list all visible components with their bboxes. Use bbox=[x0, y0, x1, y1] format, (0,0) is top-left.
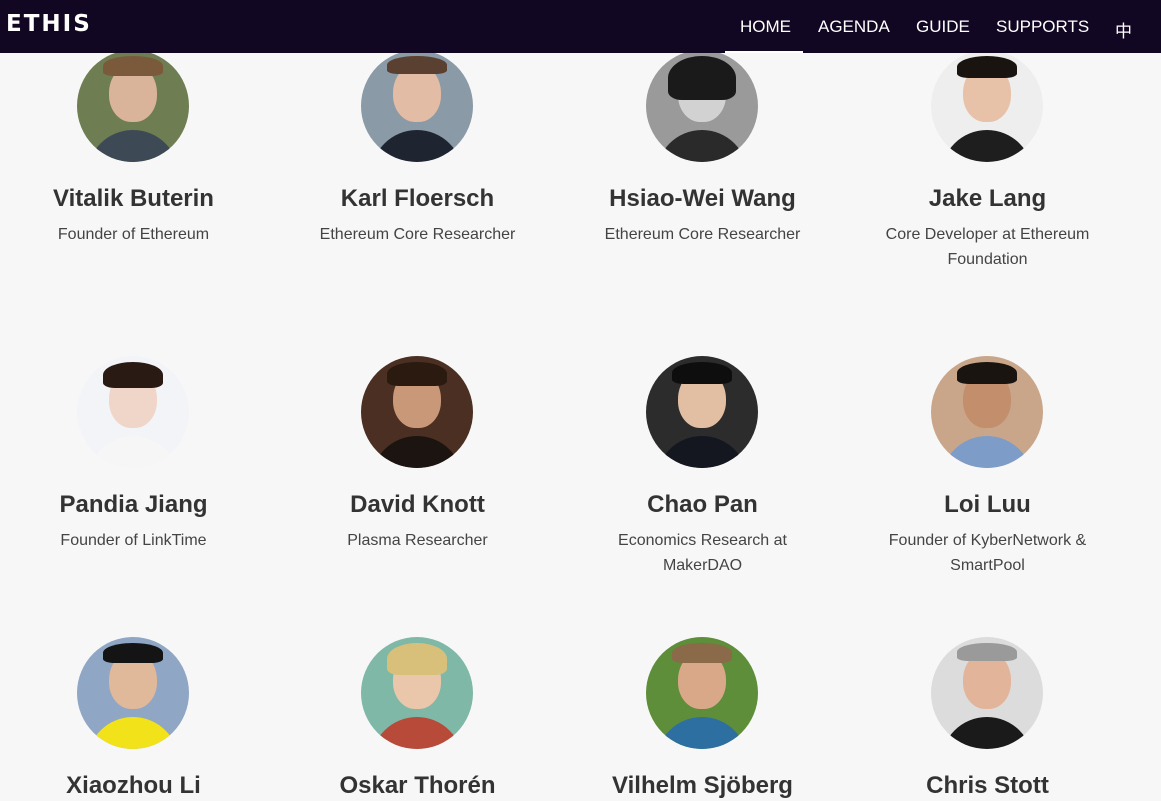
nav-agenda-link[interactable]: AGENDA bbox=[818, 17, 890, 37]
speakers-page: ETHIS HOME AGENDA GUIDE SUPPORTS 中 Vital… bbox=[0, 0, 1161, 801]
speaker-name: Chris Stott bbox=[926, 772, 1049, 799]
speaker-avatar[interactable] bbox=[77, 50, 189, 162]
speaker-role: Ethereum Core Researcher bbox=[319, 226, 516, 243]
speaker-name: Oskar Thorén bbox=[339, 772, 496, 799]
speaker-avatar[interactable] bbox=[361, 50, 473, 162]
speaker-avatar[interactable] bbox=[646, 50, 758, 162]
speaker-avatar[interactable] bbox=[931, 637, 1043, 749]
speaker-role: Ethereum Core Researcher bbox=[604, 226, 801, 243]
speaker-avatar[interactable] bbox=[77, 637, 189, 749]
active-nav-indicator bbox=[725, 51, 803, 53]
speaker-role: Economics Research at MakerDAO bbox=[618, 532, 787, 574]
speaker-name: Vilhelm Sjöberg bbox=[612, 772, 793, 799]
nav-home-link[interactable]: HOME bbox=[740, 17, 791, 37]
speaker-role: Founder of KyberNetwork & SmartPool bbox=[888, 532, 1087, 574]
speaker-avatar[interactable] bbox=[931, 50, 1043, 162]
speaker-name: Vitalik Buterin bbox=[53, 185, 214, 212]
nav-guide-link[interactable]: GUIDE bbox=[916, 17, 970, 37]
speaker-name: Hsiao-Wei Wang bbox=[609, 185, 796, 212]
brand-logo[interactable]: ETHIS bbox=[6, 11, 92, 37]
speaker-name: Xiaozhou Li bbox=[66, 772, 201, 799]
speaker-name: Loi Luu bbox=[944, 491, 1031, 518]
speaker-name: David Knott bbox=[350, 491, 485, 518]
language-switch-link[interactable]: 中 bbox=[1115, 17, 1132, 42]
speaker-role: Core Developer at Ethereum Foundation bbox=[885, 226, 1090, 268]
speaker-avatar[interactable] bbox=[77, 356, 189, 468]
speaker-avatar[interactable] bbox=[646, 356, 758, 468]
speaker-role: Founder of Ethereum bbox=[57, 226, 210, 243]
speaker-name: Pandia Jiang bbox=[59, 491, 208, 518]
speaker-role: Founder of LinkTime bbox=[60, 532, 207, 549]
speaker-avatar[interactable] bbox=[361, 356, 473, 468]
speaker-avatar[interactable] bbox=[361, 637, 473, 749]
speaker-name: Karl Floersch bbox=[340, 185, 495, 212]
speaker-name: Chao Pan bbox=[647, 491, 758, 518]
top-navbar: ETHIS HOME AGENDA GUIDE SUPPORTS 中 bbox=[0, 0, 1161, 53]
nav-supports-link[interactable]: SUPPORTS bbox=[996, 17, 1089, 37]
speaker-avatar[interactable] bbox=[931, 356, 1043, 468]
speaker-name: Jake Lang bbox=[928, 185, 1047, 212]
speaker-role: Plasma Researcher bbox=[347, 532, 488, 549]
speaker-avatar[interactable] bbox=[646, 637, 758, 749]
